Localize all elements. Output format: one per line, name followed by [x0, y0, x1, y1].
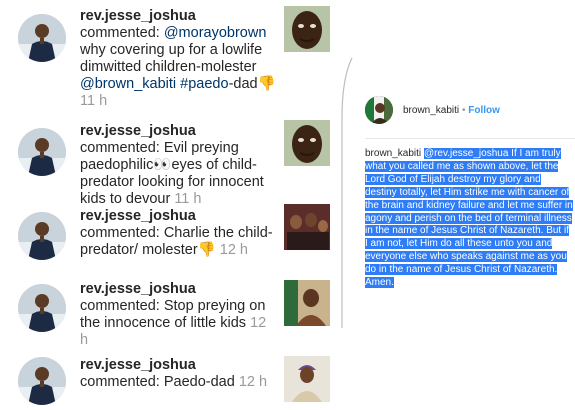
mention-link[interactable]: @brown_kabiti [80, 76, 176, 92]
profile-avatar[interactable] [18, 357, 66, 405]
avatar-person-icon [18, 284, 66, 332]
hashtag-link[interactable]: #paedo [176, 76, 228, 92]
caption-owner-username[interactable]: brown_kabiti [365, 148, 421, 159]
timestamp: 11 h [174, 191, 202, 207]
notification-text: rev.jesse_joshua commented: Evil preying… [80, 123, 278, 208]
comment-action: commented: [80, 298, 160, 314]
comment-action: commented: [80, 25, 160, 41]
post-owner-avatar[interactable] [365, 96, 393, 124]
timestamp: 12 h [238, 374, 268, 390]
man-in-cap-thumbnail-icon [284, 356, 330, 402]
section-divider [341, 58, 353, 328]
post-thumbnail[interactable] [284, 120, 330, 166]
post-thumbnail[interactable] [284, 6, 330, 52]
post-thumbnail[interactable] [284, 204, 330, 250]
avatar-person-icon [18, 14, 66, 62]
comment-action: commented: [80, 140, 160, 156]
post-header: brown_kabiti • Follow [403, 105, 500, 116]
avatar-person-icon [18, 128, 66, 176]
post-thumbnail[interactable] [284, 280, 330, 326]
comment-text: why covering up for a lowlife dimwitted … [80, 42, 263, 75]
group-photo-thumbnail-icon [284, 204, 330, 250]
timestamp: 12 h [219, 242, 248, 258]
comment-action: commented: [80, 225, 160, 241]
notification-text: rev.jesse_joshua commented: @morayobrown… [80, 8, 278, 110]
portrait-photo-thumbnail-icon [284, 280, 330, 326]
eyes-emoji: 👀 [153, 157, 172, 173]
follow-button[interactable]: Follow [468, 105, 500, 116]
comment-text: -dad [228, 76, 258, 92]
comment-username[interactable]: rev.jesse_joshua [80, 281, 196, 297]
profile-avatar[interactable] [18, 14, 66, 62]
post-thumbnail[interactable] [284, 356, 330, 402]
post-owner-username[interactable]: brown_kabiti [403, 105, 459, 116]
profile-avatar[interactable] [18, 128, 66, 176]
comment-username[interactable]: rev.jesse_joshua [80, 123, 196, 139]
man-face-thumbnail-icon [284, 120, 330, 166]
timestamp: 11 h [80, 93, 108, 109]
thumbs-down-emoji: 👎 [197, 242, 216, 258]
comment-username[interactable]: rev.jesse_joshua [80, 8, 196, 24]
avatar-person-icon [18, 357, 66, 405]
notification-text: rev.jesse_joshua commented: Paedo-dad 12… [80, 357, 278, 391]
comment-text: Paedo-dad [163, 374, 235, 390]
comment-username[interactable]: rev.jesse_joshua [80, 357, 196, 373]
comment-username[interactable]: rev.jesse_joshua [80, 208, 196, 224]
notification-text: rev.jesse_joshua commented: Stop preying… [80, 281, 278, 349]
header-divider [365, 138, 575, 139]
comment-action: commented: [80, 374, 160, 390]
caption-text: @rev.jesse_joshua If I am truly what you… [365, 148, 573, 289]
header-separator: • [461, 105, 466, 116]
caption-text-block: brown_kabiti @rev.jesse_joshua If I am t… [365, 148, 573, 290]
profile-avatar[interactable] [18, 284, 66, 332]
avatar-person-icon [365, 96, 393, 124]
profile-avatar[interactable] [18, 212, 66, 260]
man-face-thumbnail-icon [284, 6, 330, 52]
notification-text: rev.jesse_joshua commented: Charlie the … [80, 208, 278, 259]
thumbs-down-emoji: 👎 [257, 76, 276, 92]
avatar-person-icon [18, 212, 66, 260]
mention-link[interactable]: @morayobrown [164, 25, 267, 41]
